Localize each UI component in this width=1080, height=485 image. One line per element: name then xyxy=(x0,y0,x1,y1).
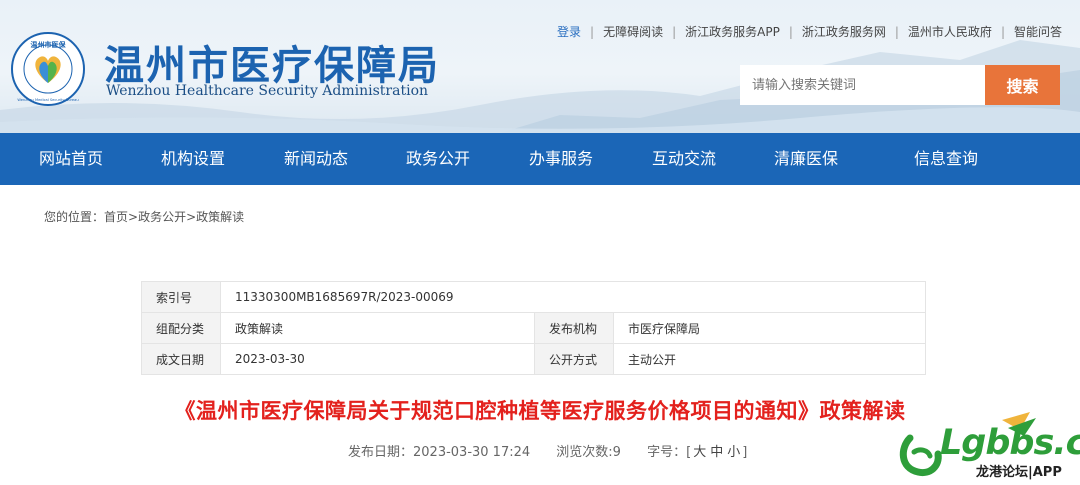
search-input[interactable] xyxy=(740,65,986,105)
link-separator: | xyxy=(894,24,899,39)
category-value: 政策解读 xyxy=(220,312,535,344)
view-count: 浏览次数:9 xyxy=(556,445,621,460)
accessibility-link[interactable]: 无障碍阅读 xyxy=(603,23,663,40)
watermark-brand: Lgbbs.cn xyxy=(940,423,1080,463)
table-row: 索引号 11330300MB1685697R/2023-00069 xyxy=(141,281,926,313)
zhejiang-app-link[interactable]: 浙江政务服务APP xyxy=(685,23,780,40)
link-separator: | xyxy=(788,24,793,39)
index-value: 11330300MB1685697R/2023-00069 xyxy=(220,281,926,313)
publisher-label: 发布机构 xyxy=(534,312,614,344)
breadcrumb-policy-interpretation[interactable]: 政策解读 xyxy=(196,210,244,224)
link-separator: | xyxy=(1000,24,1005,39)
nav-item-home[interactable]: 网站首页 xyxy=(39,133,103,185)
link-separator: | xyxy=(590,24,595,39)
nav-item-services[interactable]: 办事服务 xyxy=(529,133,593,185)
link-separator: | xyxy=(672,24,677,39)
open-method-value: 主动公开 xyxy=(613,343,926,375)
nav-item-gov-affairs[interactable]: 政务公开 xyxy=(406,133,470,185)
font-size-control: 字号：[大中小] xyxy=(647,445,748,460)
breadcrumb: 您的位置：首页>政务公开>政策解读 xyxy=(44,208,244,225)
breadcrumb-gov-affairs[interactable]: 政务公开 xyxy=(138,210,186,224)
publisher-value: 市医疗保障局 xyxy=(613,312,926,344)
wenzhou-gov-link[interactable]: 温州市人民政府 xyxy=(908,23,992,40)
font-size-small[interactable]: 小 xyxy=(727,445,740,460)
font-size-large[interactable]: 大 xyxy=(693,445,706,460)
table-row: 组配分类 政策解读 发布机构 市医疗保障局 xyxy=(141,312,926,344)
nav-item-integrity[interactable]: 清廉医保 xyxy=(774,133,838,185)
breadcrumb-prefix: 您的位置： xyxy=(44,210,105,224)
index-label: 索引号 xyxy=(141,281,221,313)
login-link[interactable]: 登录 xyxy=(557,23,581,40)
article-meta: 发布日期：2023-03-30 17:24 浏览次数:9 字号：[大中小] xyxy=(348,441,769,460)
nav-item-info-query[interactable]: 信息查询 xyxy=(914,133,978,185)
svg-text:温州市医保: 温州市医保 xyxy=(31,40,67,49)
nav-item-interaction[interactable]: 互动交流 xyxy=(652,133,716,185)
search-button[interactable]: 搜索 xyxy=(985,65,1060,105)
date-value: 2023-03-30 xyxy=(220,343,535,375)
top-links: 登录 | 无障碍阅读 | 浙江政务服务APP | 浙江政务服务网 | 温州市人民… xyxy=(557,23,1062,40)
site-logo[interactable]: 温州市医保 Wenzhou Medical Security Bureau xyxy=(10,31,86,107)
breadcrumb-home[interactable]: 首页 xyxy=(104,210,128,224)
open-method-label: 公开方式 xyxy=(534,343,614,375)
main-nav: 网站首页 机构设置 新闻动态 政务公开 办事服务 互动交流 清廉医保 信息查询 xyxy=(0,133,1080,185)
font-size-label: 字号： xyxy=(647,445,687,460)
font-size-medium[interactable]: 中 xyxy=(710,445,723,460)
watermark-subtitle: 龙港论坛|APP xyxy=(976,465,1062,480)
breadcrumb-separator: > xyxy=(128,210,139,224)
svg-text:Wenzhou Medical Security Burea: Wenzhou Medical Security Bureau xyxy=(17,98,78,102)
logo-emblem-icon: 温州市医保 Wenzhou Medical Security Bureau xyxy=(11,32,85,106)
smart-qa-link[interactable]: 智能问答 xyxy=(1014,23,1062,40)
zhejiang-service-link[interactable]: 浙江政务服务网 xyxy=(802,23,886,40)
breadcrumb-separator: > xyxy=(186,210,197,224)
site-header: 温州市医保 Wenzhou Medical Security Bureau 温州… xyxy=(0,0,1080,133)
category-label: 组配分类 xyxy=(141,312,221,344)
table-row: 成文日期 2023-03-30 公开方式 主动公开 xyxy=(141,343,926,375)
nav-item-organization[interactable]: 机构设置 xyxy=(161,133,225,185)
nav-item-news[interactable]: 新闻动态 xyxy=(284,133,348,185)
document-info-table: 索引号 11330300MB1685697R/2023-00069 组配分类 政… xyxy=(141,281,926,375)
publish-date: 发布日期：2023-03-30 17:24 xyxy=(348,445,531,460)
date-label: 成文日期 xyxy=(141,343,221,375)
site-subtitle: Wenzhou Healthcare Security Administrati… xyxy=(106,83,429,99)
